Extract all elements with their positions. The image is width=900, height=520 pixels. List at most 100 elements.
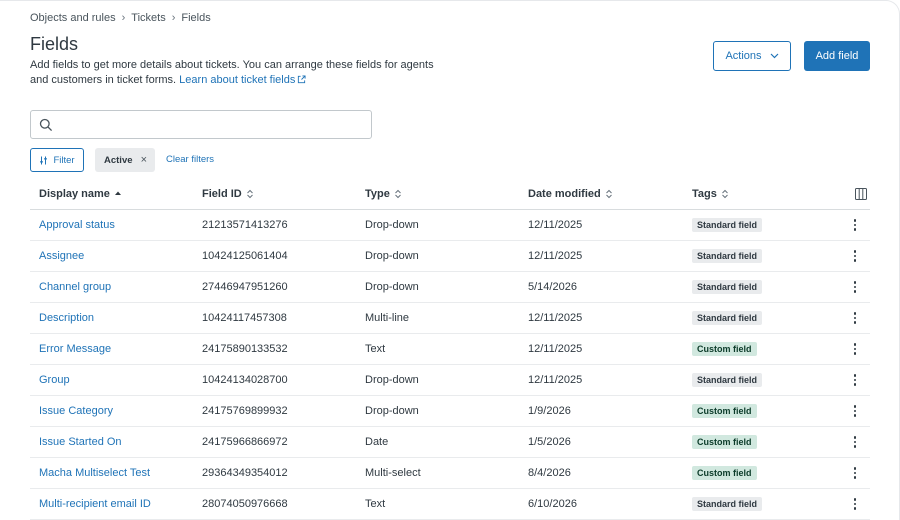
- field-name-link[interactable]: Description: [39, 312, 94, 324]
- learn-more-link-label[interactable]: Learn about ticket fields: [179, 74, 295, 86]
- tag-cell: Standard field: [692, 497, 763, 511]
- column-header-date-modified[interactable]: Date modified: [528, 188, 613, 200]
- field-name-link[interactable]: Channel group: [39, 281, 111, 293]
- tag-badge: Custom field: [692, 404, 757, 418]
- tag-cell: Standard field: [692, 311, 763, 325]
- sort-icon: [246, 189, 253, 199]
- breadcrumb: Objects and rules › Tickets › Fields: [30, 12, 211, 24]
- tag-cell: Standard field: [692, 373, 763, 387]
- tag-badge: Standard field: [692, 311, 763, 325]
- row-overflow-menu[interactable]: [850, 373, 860, 387]
- table-row[interactable]: Channel group 27446947951260 Drop-down 5/14…: [30, 272, 870, 303]
- filter-button[interactable]: Filter: [30, 148, 84, 172]
- tag-badge: Custom field: [692, 435, 757, 449]
- search-box[interactable]: [30, 110, 372, 139]
- kebab-menu-icon: [850, 466, 860, 480]
- row-overflow-menu[interactable]: [850, 311, 860, 325]
- table-row[interactable]: Multi-recipient email ID 28074050976668 Te…: [30, 489, 870, 520]
- sort-ascending-icon: [114, 191, 121, 195]
- kebab-menu-icon: [850, 404, 860, 418]
- field-name-link[interactable]: Issue Started On: [39, 436, 122, 448]
- kebab-menu-icon: [850, 280, 860, 294]
- field-name-link[interactable]: Macha Multiselect Test: [39, 467, 150, 479]
- external-link-icon: [298, 75, 306, 84]
- learn-more-link[interactable]: Learn about ticket fields: [179, 74, 306, 86]
- field-type: Drop-down: [365, 374, 419, 386]
- tag-badge: Standard field: [692, 497, 763, 511]
- field-type: Multi-select: [365, 467, 421, 479]
- breadcrumb-item-fields: Fields: [181, 12, 211, 24]
- row-overflow-menu[interactable]: [850, 435, 860, 449]
- column-settings-icon[interactable]: [855, 188, 867, 200]
- field-name-link[interactable]: Assignee: [39, 250, 84, 262]
- search-input[interactable]: [59, 115, 359, 135]
- table-row[interactable]: Assignee 10424125061404 Drop-down 12/11/202…: [30, 241, 870, 272]
- add-field-button[interactable]: Add field: [804, 41, 870, 71]
- field-name-link[interactable]: Group: [39, 374, 70, 386]
- tag-cell: Custom field: [692, 466, 757, 480]
- page-title: Fields: [30, 34, 79, 54]
- kebab-menu-icon: [850, 249, 860, 263]
- tag-cell: Standard field: [692, 218, 763, 232]
- row-overflow-menu[interactable]: [850, 497, 860, 511]
- sort-icon: [605, 189, 612, 199]
- table-row[interactable]: Issue Category 24175769899932 Drop-down 1/9…: [30, 396, 870, 427]
- remove-filter-icon[interactable]: ×: [141, 154, 147, 166]
- row-overflow-menu[interactable]: [850, 249, 860, 263]
- filter-button-label: Filter: [53, 154, 75, 166]
- actions-button-label: Actions: [725, 50, 762, 62]
- sort-icon: [722, 189, 728, 199]
- table-row[interactable]: Macha Multiselect Test 29364349354012 Mult…: [30, 458, 870, 489]
- column-header-label: Tags: [692, 188, 717, 200]
- date-modified: 12/11/2025: [528, 219, 583, 231]
- row-overflow-menu[interactable]: [850, 280, 860, 294]
- active-filter-label: Active: [104, 154, 133, 166]
- column-header-tags[interactable]: Tags: [692, 188, 729, 200]
- table-row[interactable]: Approval status 21213571413276 Drop-down 12…: [30, 210, 870, 241]
- row-overflow-menu[interactable]: [850, 466, 860, 480]
- tag-badge: Standard field: [692, 280, 763, 294]
- date-modified: 1/5/2026: [528, 436, 571, 448]
- column-header-label: Type: [365, 188, 390, 200]
- date-modified: 12/11/2025: [528, 343, 583, 355]
- column-header-field-id[interactable]: Field ID: [202, 188, 254, 200]
- field-type: Drop-down: [365, 281, 419, 293]
- field-type: Drop-down: [365, 250, 419, 262]
- chevron-down-icon: [770, 53, 778, 59]
- search-icon: [39, 118, 53, 132]
- date-modified: 12/11/2025: [528, 250, 583, 262]
- column-header-label: Field ID: [202, 188, 242, 200]
- field-type: Text: [365, 498, 386, 510]
- tag-cell: Custom field: [692, 435, 757, 449]
- date-modified: 8/4/2026: [528, 467, 571, 479]
- kebab-menu-icon: [850, 342, 860, 356]
- field-name-link[interactable]: Issue Category: [39, 405, 113, 417]
- field-name-link[interactable]: Multi-recipient email ID: [39, 498, 151, 510]
- row-overflow-menu[interactable]: [850, 404, 860, 418]
- breadcrumb-item-tickets[interactable]: Tickets: [131, 12, 165, 24]
- active-filter-chip: Active ×: [95, 148, 155, 172]
- breadcrumb-item-objects-and-rules[interactable]: Objects and rules: [30, 12, 116, 24]
- table-row[interactable]: Issue Started On 24175966866972 Date 1/5/20…: [30, 427, 870, 458]
- tag-cell: Standard field: [692, 280, 763, 294]
- table-body: Approval status 21213571413276 Drop-down 12…: [30, 210, 870, 520]
- table-row[interactable]: Error Message 24175890133532 Text 12/11/202…: [30, 334, 870, 365]
- chevron-right-icon: ›: [121, 12, 126, 24]
- field-name-link[interactable]: Error Message: [39, 343, 111, 355]
- table-row[interactable]: Description 10424117457308 Multi-line 12/11…: [30, 303, 870, 334]
- field-id: 24175966866972: [202, 436, 288, 448]
- row-overflow-menu[interactable]: [850, 218, 860, 232]
- tag-badge: Custom field: [692, 466, 757, 480]
- table-row[interactable]: Group 10424134028700 Drop-down 12/11/2025 St…: [30, 365, 870, 396]
- field-id: 29364349354012: [202, 467, 288, 479]
- field-name-link[interactable]: Approval status: [39, 219, 115, 231]
- filter-sliders-icon: [40, 156, 48, 164]
- field-type: Drop-down: [365, 405, 419, 417]
- kebab-menu-icon: [850, 435, 860, 449]
- actions-button[interactable]: Actions: [713, 41, 791, 71]
- column-header-type[interactable]: Type: [365, 188, 402, 200]
- field-type: Drop-down: [365, 219, 419, 231]
- row-overflow-menu[interactable]: [850, 342, 860, 356]
- column-header-display-name[interactable]: Display name: [39, 188, 122, 200]
- clear-filters-link[interactable]: Clear filters: [166, 154, 214, 165]
